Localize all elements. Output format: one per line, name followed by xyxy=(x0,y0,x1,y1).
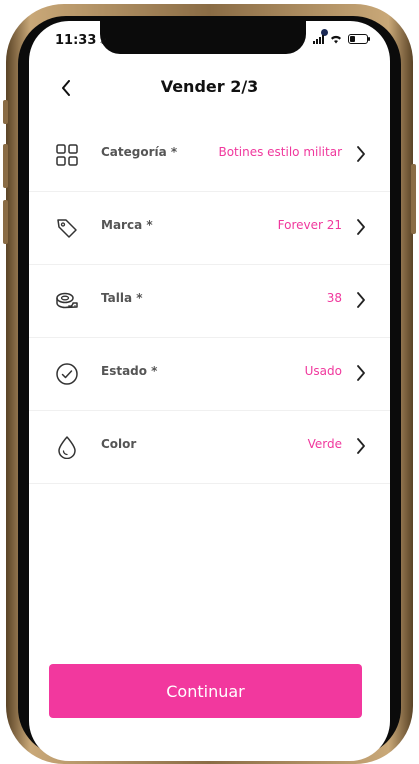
chevron-right-icon xyxy=(357,438,365,454)
field-value: Forever 21 xyxy=(277,218,342,232)
chevron-right-icon xyxy=(357,146,365,162)
header: Vender 2/3 xyxy=(29,69,390,109)
signal-icon xyxy=(313,34,324,44)
field-value: Botines estilo militar xyxy=(218,145,342,159)
location-arrow-icon: ➶ xyxy=(99,36,108,47)
field-label: Talla * xyxy=(101,291,143,305)
field-label: Marca * xyxy=(101,218,153,232)
tape-measure-icon xyxy=(56,292,78,309)
grid-icon xyxy=(56,144,78,166)
field-row-marca[interactable]: Marca * Forever 21 xyxy=(29,192,390,265)
tag-icon xyxy=(57,219,77,238)
drop-icon xyxy=(58,436,76,459)
status-time: 11:33 ➶ xyxy=(55,33,108,48)
phone-side-button xyxy=(3,100,8,124)
chevron-right-icon xyxy=(357,292,365,308)
field-row-talla[interactable]: Talla * 38 xyxy=(29,265,390,338)
chevron-right-icon xyxy=(357,219,365,235)
field-row-estado[interactable]: Estado * Usado xyxy=(29,338,390,411)
field-value: Usado xyxy=(304,364,342,378)
chevron-right-icon xyxy=(357,365,365,381)
field-value: Verde xyxy=(307,437,342,451)
app-screen: 11:33 ➶ Vender 2/3 Categoría * Botines e… xyxy=(29,21,390,761)
field-list: Categoría * Botines estilo militar Marca… xyxy=(29,119,390,484)
field-row-categoria[interactable]: Categoría * Botines estilo militar xyxy=(29,119,390,192)
phone-side-button xyxy=(411,164,416,234)
clock-time: 11:33 xyxy=(55,33,97,48)
phone-side-button xyxy=(3,200,8,244)
check-circle-icon xyxy=(56,363,78,385)
status-indicators xyxy=(313,34,370,44)
field-label: Categoría * xyxy=(101,145,178,159)
battery-icon xyxy=(348,34,370,44)
wifi-icon xyxy=(331,35,341,44)
field-label: Estado * xyxy=(101,364,158,378)
notch xyxy=(100,21,328,54)
field-value: 38 xyxy=(326,291,342,305)
field-label: Color xyxy=(101,437,137,451)
page-title: Vender 2/3 xyxy=(160,77,259,96)
continue-button[interactable]: Continuar xyxy=(49,664,362,718)
phone-side-button xyxy=(3,144,8,188)
field-row-color[interactable]: Color Verde xyxy=(29,411,390,484)
